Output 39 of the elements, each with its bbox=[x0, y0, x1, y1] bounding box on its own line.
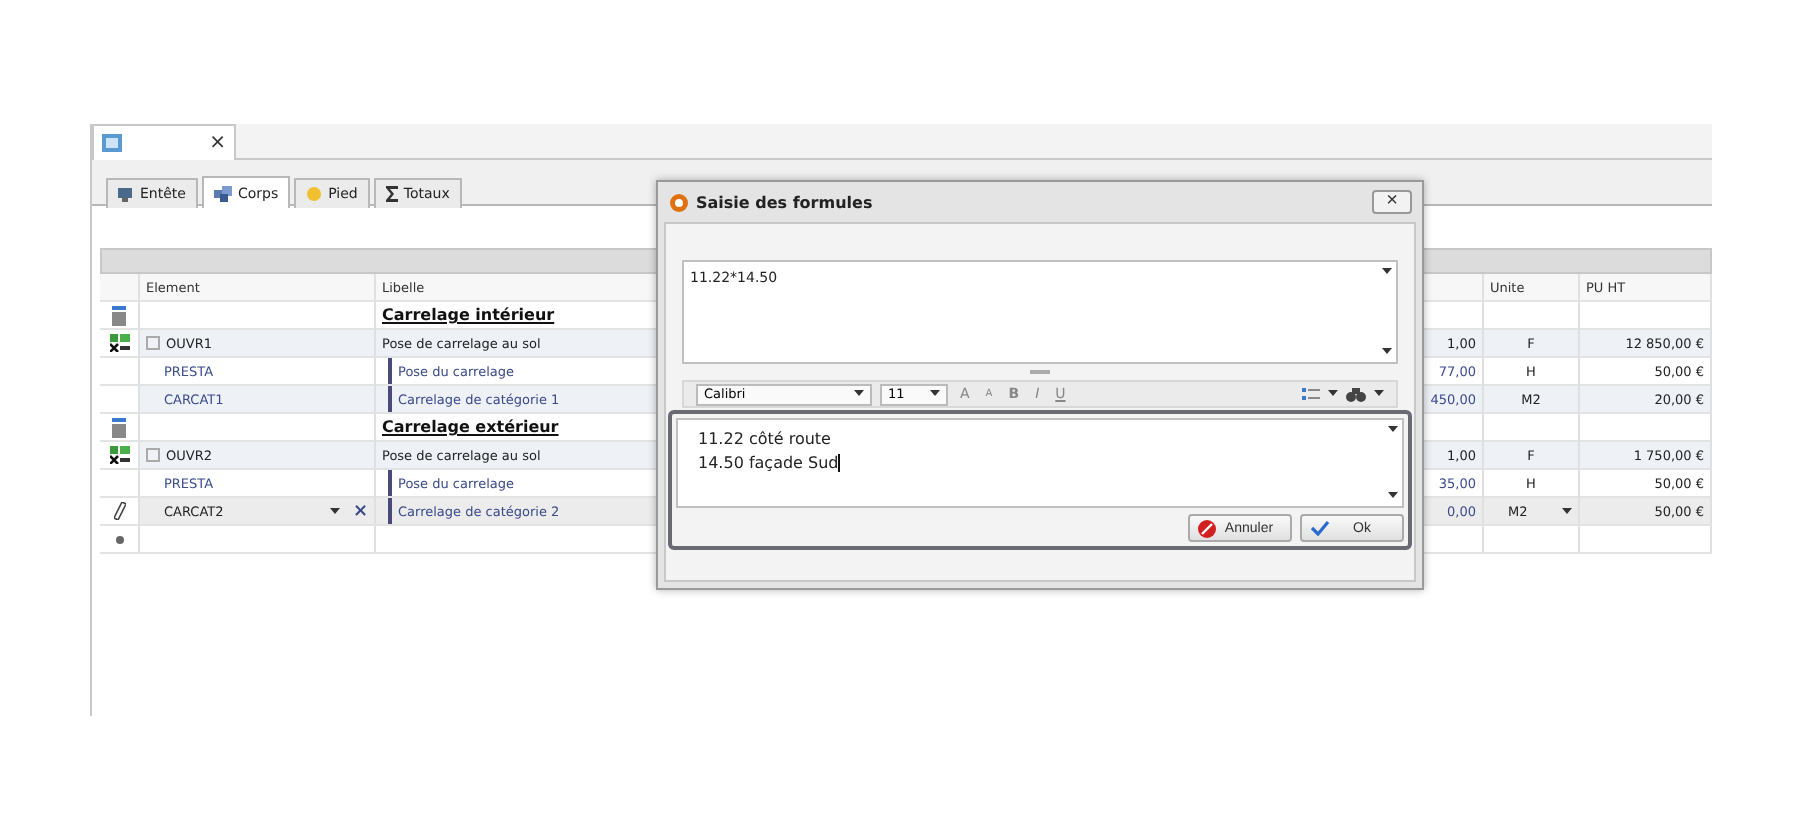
document-icon bbox=[102, 134, 122, 152]
close-button[interactable]: × bbox=[1372, 190, 1412, 214]
dropdown-arrow-icon bbox=[1562, 507, 1572, 515]
dropdown-arrow-icon bbox=[1374, 390, 1384, 398]
text-lines-icon bbox=[112, 305, 126, 325]
app-logo-icon bbox=[670, 193, 688, 211]
dropdown-arrow-icon bbox=[930, 390, 940, 398]
cubes-icon bbox=[213, 185, 232, 201]
comment-field[interactable]: 11.22 côté route 14.50 façade Sud bbox=[676, 418, 1404, 508]
table-cell bbox=[1580, 414, 1712, 442]
pencil-icon bbox=[113, 502, 125, 520]
dropdown-arrow-icon bbox=[854, 390, 864, 398]
sun-icon bbox=[306, 186, 323, 202]
dropdown-arrow-icon bbox=[1381, 348, 1391, 356]
structure-icon bbox=[109, 334, 129, 352]
check-icon bbox=[1310, 520, 1330, 536]
dialog-title: Saisie des formules bbox=[696, 193, 873, 211]
table-cell bbox=[1484, 302, 1580, 330]
sigma-icon bbox=[385, 186, 398, 202]
text-lines-icon bbox=[112, 417, 126, 437]
structure-icon bbox=[109, 446, 129, 464]
table-cell bbox=[1484, 526, 1580, 554]
clear-icon[interactable]: × bbox=[352, 501, 368, 521]
binoculars-icon[interactable] bbox=[1346, 387, 1366, 401]
table-cell bbox=[1580, 302, 1712, 330]
table-cell bbox=[1484, 414, 1580, 442]
new-row-icon bbox=[115, 535, 123, 543]
collapse-icon[interactable] bbox=[146, 448, 160, 462]
cancel-icon bbox=[1198, 519, 1216, 537]
collapse-icon[interactable] bbox=[146, 336, 160, 350]
list-icon[interactable] bbox=[1302, 387, 1320, 401]
document-tab[interactable]: × bbox=[92, 124, 236, 160]
dropdown-arrow-icon bbox=[1381, 268, 1391, 276]
dropdown-arrow-icon bbox=[330, 507, 341, 515]
dropdown-arrow-icon bbox=[1387, 426, 1397, 434]
dropdown-arrow-icon bbox=[1387, 492, 1397, 500]
dropdown-arrow-icon bbox=[1328, 390, 1338, 398]
close-icon[interactable]: × bbox=[209, 132, 226, 154]
monitor-icon bbox=[118, 186, 134, 202]
